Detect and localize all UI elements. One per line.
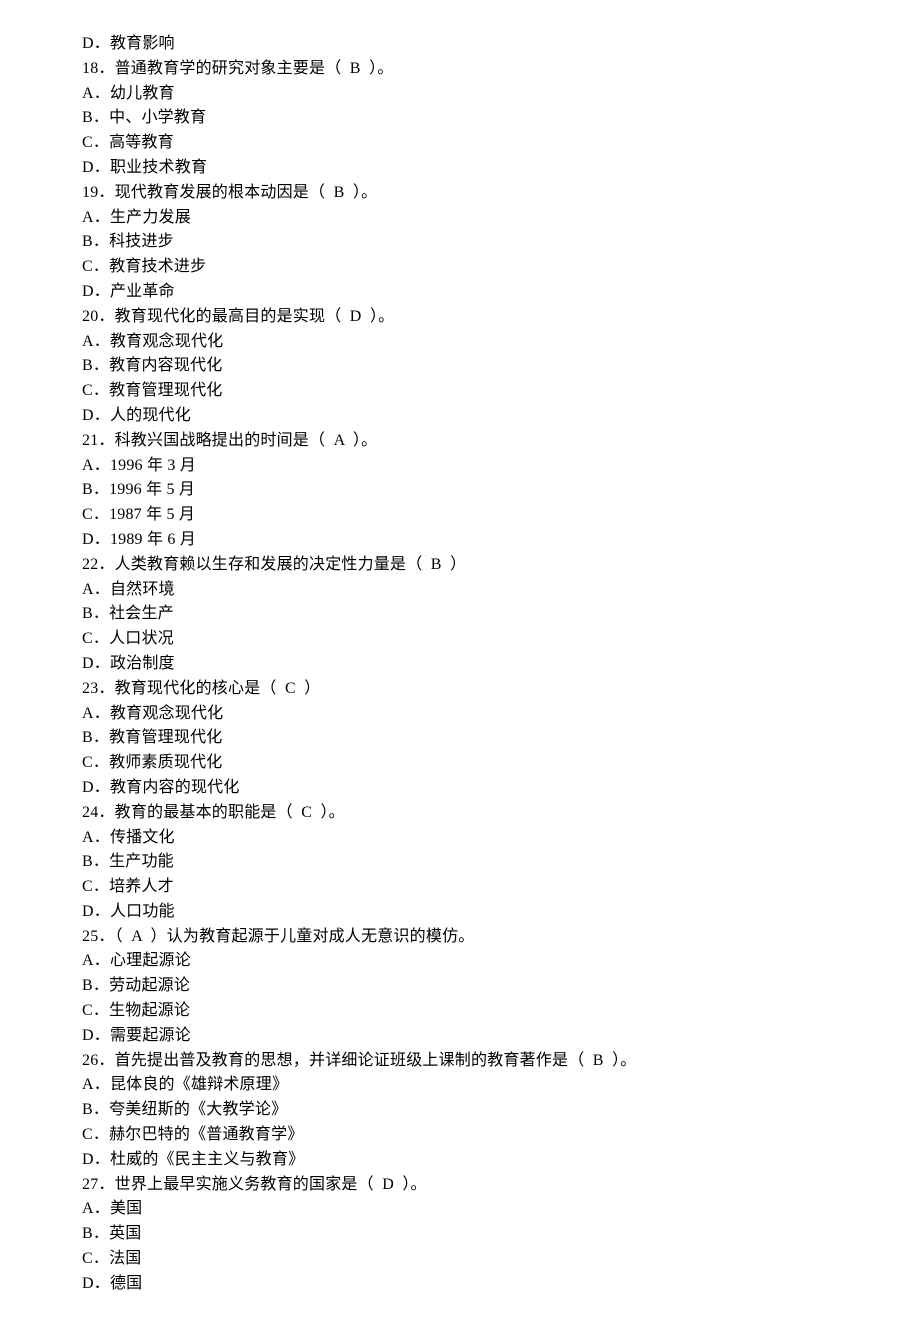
document-body: D．教育影响18．普通教育学的研究对象主要是（ B ）。A．幼儿教育B．中、小学… xyxy=(82,32,920,1297)
text-line: 22．人类教育赖以生存和发展的决定性力量是（ B ） xyxy=(82,553,920,578)
text-line: 25．（ A ）认为教育起源于儿童对成人无意识的模仿。 xyxy=(82,925,920,950)
text-line: 20．教育现代化的最高目的是实现（ D ）。 xyxy=(82,305,920,330)
text-line: C．生物起源论 xyxy=(82,999,920,1024)
text-line: C．教育技术进步 xyxy=(82,255,920,280)
text-line: A．传播文化 xyxy=(82,826,920,851)
text-line: A．生产力发展 xyxy=(82,206,920,231)
text-line: B．社会生产 xyxy=(82,602,920,627)
text-line: A．美国 xyxy=(82,1197,920,1222)
text-line: D．人口功能 xyxy=(82,900,920,925)
text-line: B．中、小学教育 xyxy=(82,106,920,131)
text-line: B．教育内容现代化 xyxy=(82,354,920,379)
text-line: B．劳动起源论 xyxy=(82,974,920,999)
text-line: D．职业技术教育 xyxy=(82,156,920,181)
text-line: B．英国 xyxy=(82,1222,920,1247)
text-line: 27．世界上最早实施义务教育的国家是（ D ）。 xyxy=(82,1173,920,1198)
text-line: A．幼儿教育 xyxy=(82,82,920,107)
text-line: 19．现代教育发展的根本动因是（ B ）。 xyxy=(82,181,920,206)
text-line: B．夸美纽斯的《大教学论》 xyxy=(82,1098,920,1123)
text-line: B．1996 年 5 月 xyxy=(82,478,920,503)
text-line: C．培养人才 xyxy=(82,875,920,900)
text-line: D．杜威的《民主主义与教育》 xyxy=(82,1148,920,1173)
text-line: D．人的现代化 xyxy=(82,404,920,429)
text-line: C．教师素质现代化 xyxy=(82,751,920,776)
text-line: A．自然环境 xyxy=(82,578,920,603)
text-line: C．赫尔巴特的《普通教育学》 xyxy=(82,1123,920,1148)
text-line: D．德国 xyxy=(82,1272,920,1297)
text-line: D．教育内容的现代化 xyxy=(82,776,920,801)
text-line: A．1996 年 3 月 xyxy=(82,454,920,479)
text-line: D．需要起源论 xyxy=(82,1024,920,1049)
text-line: B．科技进步 xyxy=(82,230,920,255)
text-line: D．产业革命 xyxy=(82,280,920,305)
text-line: B．教育管理现代化 xyxy=(82,726,920,751)
text-line: D．1989 年 6 月 xyxy=(82,528,920,553)
text-line: C．高等教育 xyxy=(82,131,920,156)
text-line: A．心理起源论 xyxy=(82,949,920,974)
text-line: B．生产功能 xyxy=(82,850,920,875)
text-line: 21．科教兴国战略提出的时间是（ A ）。 xyxy=(82,429,920,454)
text-line: A．教育观念现代化 xyxy=(82,702,920,727)
text-line: C．1987 年 5 月 xyxy=(82,503,920,528)
text-line: D．政治制度 xyxy=(82,652,920,677)
text-line: A．昆体良的《雄辩术原理》 xyxy=(82,1073,920,1098)
text-line: C．教育管理现代化 xyxy=(82,379,920,404)
text-line: 18．普通教育学的研究对象主要是（ B ）。 xyxy=(82,57,920,82)
text-line: 26．首先提出普及教育的思想，并详细论证班级上课制的教育著作是（ B ）。 xyxy=(82,1049,920,1074)
text-line: A．教育观念现代化 xyxy=(82,330,920,355)
text-line: C．人口状况 xyxy=(82,627,920,652)
text-line: 24．教育的最基本的职能是（ C ）。 xyxy=(82,801,920,826)
text-line: C．法国 xyxy=(82,1247,920,1272)
text-line: D．教育影响 xyxy=(82,32,920,57)
text-line: 23．教育现代化的核心是（ C ） xyxy=(82,677,920,702)
